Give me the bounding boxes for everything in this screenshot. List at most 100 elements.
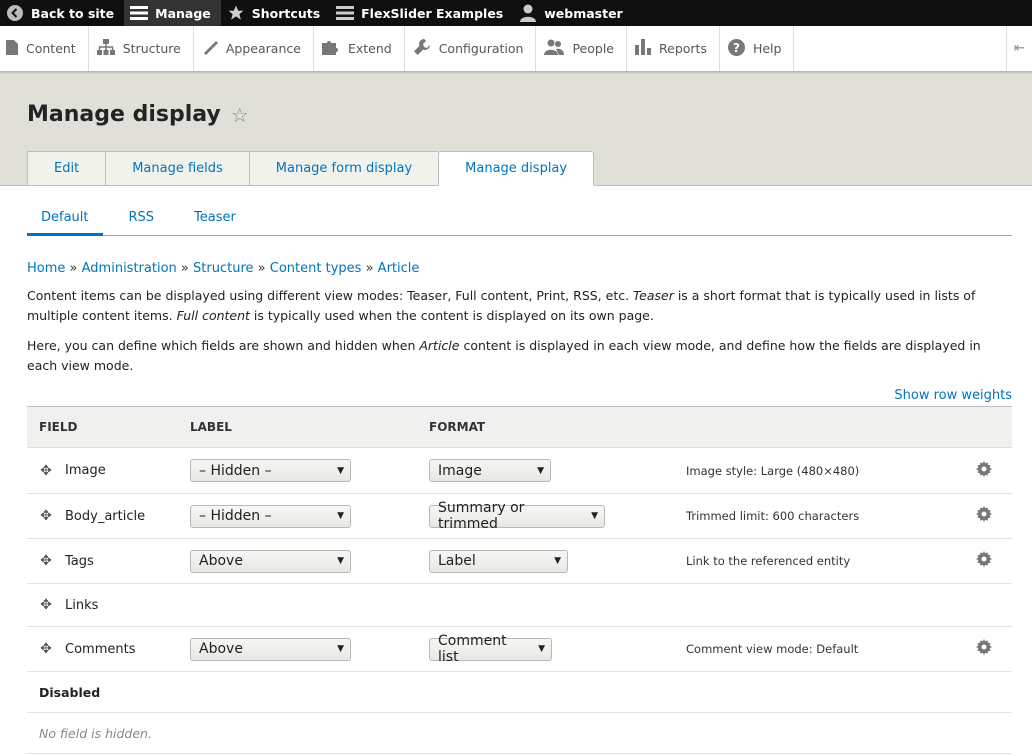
table-row: ✥ Image – Hidden – ▼ Image ▼ Image style: L… bbox=[27, 448, 1012, 494]
help-text: Here, you can define which fields are sh… bbox=[27, 338, 420, 353]
menu-icon bbox=[130, 4, 149, 22]
subtab-default[interactable]: Default bbox=[27, 200, 103, 236]
disabled-empty-message: No field is hidden. bbox=[39, 725, 152, 741]
field-name: Image bbox=[65, 463, 106, 478]
format-summary: Trimmed limit: 600 characters bbox=[686, 509, 860, 523]
tab-manage-form-display[interactable]: Manage form display bbox=[248, 151, 439, 186]
tray-item-structure[interactable]: Structure bbox=[89, 26, 194, 71]
breadcrumb-home[interactable]: Home bbox=[27, 261, 65, 276]
field-name: Comments bbox=[65, 641, 136, 657]
format-select[interactable]: Image ▼ bbox=[429, 459, 551, 482]
select-value: Comment list bbox=[438, 633, 507, 665]
table-row: ✥ Links bbox=[27, 584, 1012, 627]
page-title: Manage display ☆ bbox=[27, 102, 249, 127]
flexslider-examples-tab[interactable]: FlexSlider Examples bbox=[330, 0, 513, 26]
field-name: Links bbox=[65, 597, 99, 613]
subtab-rss[interactable]: RSS bbox=[115, 200, 169, 236]
drag-handle-icon[interactable]: ✥ bbox=[39, 641, 53, 657]
format-select[interactable]: Label ▼ bbox=[429, 549, 568, 573]
show-row-weights-link[interactable]: Show row weights bbox=[894, 388, 1012, 403]
caret-down-icon: ▼ bbox=[591, 511, 598, 521]
star-outline-icon[interactable]: ☆ bbox=[231, 103, 249, 127]
field-name: Body_article bbox=[65, 508, 146, 524]
tray-item-extend[interactable]: Extend bbox=[314, 26, 405, 71]
field-name: Tags bbox=[65, 553, 94, 569]
user-icon bbox=[519, 4, 537, 22]
breadcrumb-separator: » bbox=[257, 261, 266, 276]
caret-down-icon: ▼ bbox=[337, 644, 344, 654]
back-to-site-link[interactable]: Back to site bbox=[0, 0, 124, 26]
drag-handle-icon[interactable]: ✥ bbox=[39, 508, 53, 524]
tray-item-label: Structure bbox=[122, 41, 181, 56]
select-value: – Hidden – bbox=[199, 508, 272, 524]
tab-edit[interactable]: Edit bbox=[27, 151, 106, 186]
tray-item-people[interactable]: People bbox=[536, 26, 627, 71]
caret-down-icon: ▼ bbox=[337, 511, 344, 521]
breadcrumb-administration[interactable]: Administration bbox=[82, 261, 177, 276]
svg-text:?: ? bbox=[733, 41, 740, 55]
puzzle-icon bbox=[321, 39, 340, 58]
label-select[interactable]: – Hidden – ▼ bbox=[190, 504, 351, 528]
select-value: Image bbox=[438, 462, 482, 479]
shortcuts-tab[interactable]: Shortcuts bbox=[221, 0, 330, 26]
page-title-text: Manage display bbox=[27, 102, 221, 127]
label-select[interactable]: – Hidden – ▼ bbox=[190, 459, 351, 482]
tray-item-help[interactable]: ? Help bbox=[720, 26, 795, 71]
gear-icon[interactable] bbox=[976, 551, 992, 571]
table-header: FIELD LABEL FORMAT bbox=[27, 407, 1012, 448]
tray-item-appearance[interactable]: Appearance bbox=[194, 26, 314, 71]
drag-handle-icon[interactable]: ✥ bbox=[39, 463, 53, 479]
tab-manage-fields[interactable]: Manage fields bbox=[105, 151, 249, 186]
drag-handle-icon[interactable]: ✥ bbox=[39, 597, 53, 613]
collapse-arrow-icon: ⇤ bbox=[1014, 41, 1025, 56]
tray-item-reports[interactable]: Reports bbox=[627, 26, 720, 71]
user-tab[interactable]: webmaster bbox=[513, 0, 633, 26]
tray-item-label: Extend bbox=[347, 41, 392, 56]
shortcuts-label: Shortcuts bbox=[251, 5, 321, 21]
document-icon bbox=[6, 39, 18, 58]
help-paragraph-fields: Here, you can define which fields are sh… bbox=[27, 336, 1012, 376]
select-value: Above bbox=[199, 553, 243, 569]
user-label: webmaster bbox=[544, 5, 623, 21]
tab-manage-display[interactable]: Manage display bbox=[438, 151, 595, 186]
gear-icon[interactable] bbox=[976, 639, 992, 659]
star-icon bbox=[227, 4, 245, 22]
format-summary: Comment view mode: Default bbox=[686, 642, 859, 656]
table-row: ✥ Comments Above ▼ Comment list ▼ Comment v… bbox=[27, 627, 1012, 672]
breadcrumb-article[interactable]: Article bbox=[378, 261, 420, 276]
select-value: Summary or trimmed bbox=[438, 500, 525, 532]
help-text: Content items can be displayed using dif… bbox=[27, 288, 634, 303]
caret-down-icon: ▼ bbox=[538, 644, 545, 654]
sitemap-icon bbox=[96, 39, 115, 58]
tray-item-label: Reports bbox=[659, 41, 707, 56]
breadcrumb-separator: » bbox=[365, 261, 374, 276]
tray-item-label: Appearance bbox=[225, 41, 301, 56]
drag-handle-icon[interactable]: ✥ bbox=[39, 553, 53, 569]
wrench-icon bbox=[413, 38, 431, 59]
flexslider-label: FlexSlider Examples bbox=[361, 5, 504, 21]
tray-item-label: Help bbox=[752, 41, 782, 56]
header-label: LABEL bbox=[190, 420, 232, 434]
label-select[interactable]: Above ▼ bbox=[190, 637, 351, 661]
subtab-teaser[interactable]: Teaser bbox=[180, 200, 250, 236]
breadcrumb-structure[interactable]: Structure bbox=[193, 261, 253, 276]
gear-icon[interactable] bbox=[976, 506, 992, 526]
back-to-site-label: Back to site bbox=[31, 5, 115, 21]
gear-icon[interactable] bbox=[976, 460, 992, 481]
format-select[interactable]: Comment list ▼ bbox=[429, 633, 552, 665]
disabled-region-header: Disabled bbox=[27, 672, 1012, 713]
tray-item-content[interactable]: Content bbox=[0, 26, 89, 71]
select-value: – Hidden – bbox=[199, 462, 272, 479]
tray-item-label: Configuration bbox=[438, 41, 524, 56]
tray-orientation-toggle[interactable]: ⇤ bbox=[1006, 26, 1032, 71]
primary-tabs: Edit Manage fields Manage form display M… bbox=[27, 151, 595, 186]
format-select[interactable]: Summary or trimmed ▼ bbox=[429, 500, 605, 532]
manage-tab[interactable]: Manage bbox=[124, 0, 221, 26]
label-select[interactable]: Above ▼ bbox=[190, 549, 351, 573]
caret-down-icon: ▼ bbox=[337, 465, 344, 476]
breadcrumb-content-types[interactable]: Content types bbox=[270, 261, 362, 276]
page-header: Manage display ☆ Edit Manage fields Mana… bbox=[0, 72, 1032, 186]
help-text-emphasis: Article bbox=[419, 338, 460, 353]
chevron-left-circle-icon bbox=[6, 4, 24, 22]
tray-item-configuration[interactable]: Configuration bbox=[405, 26, 537, 71]
